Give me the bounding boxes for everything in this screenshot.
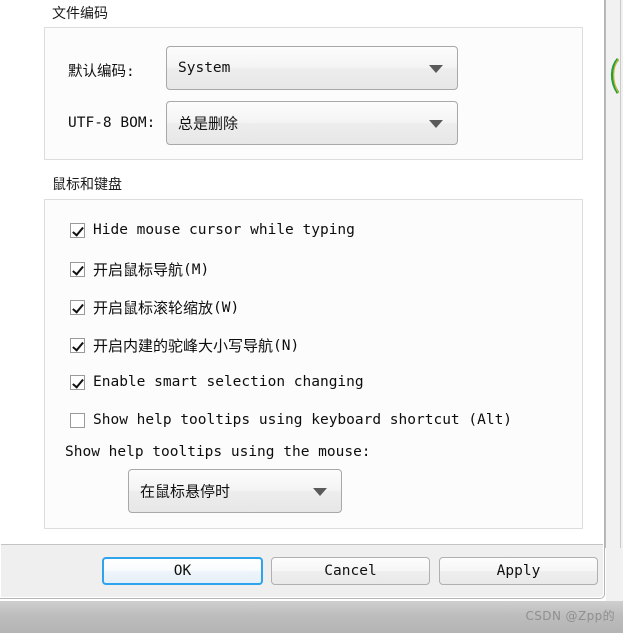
checkbox-label: Enable smart selection changing	[93, 374, 364, 390]
checkbox-label: Hide mouse cursor while typing	[93, 222, 355, 238]
checkbox-box-checked-icon[interactable]	[70, 222, 85, 238]
combo-show-help-tooltips-mouse-value: 在鼠标悬停时	[140, 482, 231, 501]
checkbox-label: 开启鼠标导航	[93, 261, 184, 279]
checkbox-enable-camelhump-navigation[interactable]: 开启内建的驼峰大小写导航 (N)	[70, 335, 299, 356]
checkbox-box-checked-icon[interactable]	[70, 338, 85, 353]
watermark-text: CSDN @Zpp的	[525, 609, 615, 623]
checkbox-enable-mouse-wheel-zoom[interactable]: 开启鼠标滚轮缩放 (W)	[70, 297, 239, 318]
ok-button[interactable]: OK	[102, 557, 263, 585]
checkbox-enable-mouse-navigation[interactable]: 开启鼠标导航 (M)	[70, 259, 209, 280]
section-title-mouse-keyboard: 鼠标和键盘	[52, 177, 122, 193]
combo-utf8-bom-value: 总是删除	[178, 114, 239, 133]
combo-utf8-bom[interactable]: 总是删除	[166, 101, 458, 145]
background-green-glyph	[607, 57, 621, 97]
checkbox-mnemonic: (W)	[213, 299, 240, 316]
checkbox-label: 开启鼠标滚轮缩放	[93, 299, 214, 317]
screen: 文件编码 默认编码: System UTF-8 BOM: 总是删除 鼠标和键盘 …	[0, 0, 623, 633]
label-show-help-tooltips-mouse: Show help tooltips using the mouse:	[65, 444, 371, 460]
chevron-down-icon	[429, 120, 443, 128]
dialog-content: 文件编码 默认编码: System UTF-8 BOM: 总是删除 鼠标和键盘 …	[0, 0, 604, 545]
combo-show-help-tooltips-mouse[interactable]: 在鼠标悬停时	[128, 469, 342, 513]
chevron-down-icon	[313, 488, 327, 496]
apply-button[interactable]: Apply	[439, 557, 598, 585]
label-default-encoding: 默认编码:	[68, 64, 135, 80]
checkbox-box-checked-icon[interactable]	[70, 262, 85, 277]
background-right-divider	[605, 0, 606, 548]
settings-dialog: 文件编码 默认编码: System UTF-8 BOM: 总是删除 鼠标和键盘 …	[0, 0, 605, 599]
dialog-button-bar: OK Cancel Apply	[1, 544, 603, 597]
checkbox-mnemonic: (N)	[273, 337, 300, 354]
checkbox-box-unchecked-icon[interactable]	[70, 412, 85, 428]
checkbox-mnemonic: (M)	[183, 261, 210, 278]
label-utf8-bom: UTF-8 BOM:	[68, 115, 156, 131]
combo-default-encoding[interactable]: System	[166, 46, 458, 90]
checkbox-label: 开启内建的驼峰大小写导航	[93, 337, 274, 355]
checkbox-label: Show help tooltips using keyboard shortc…	[93, 412, 513, 428]
cancel-button[interactable]: Cancel	[271, 557, 430, 585]
combo-default-encoding-value: System	[178, 60, 231, 76]
checkbox-show-help-tooltips-keyboard[interactable]: Show help tooltips using keyboard shortc…	[70, 412, 512, 428]
checkbox-hide-mouse-cursor[interactable]: Hide mouse cursor while typing	[70, 222, 355, 238]
partial-glyph-icon	[610, 58, 620, 94]
checkbox-enable-smart-selection[interactable]: Enable smart selection changing	[70, 374, 364, 390]
checkbox-box-checked-icon[interactable]	[70, 300, 85, 315]
section-title-file-encoding: 文件编码	[52, 6, 108, 22]
chevron-down-icon	[429, 65, 443, 73]
checkbox-box-checked-icon[interactable]	[70, 374, 85, 390]
